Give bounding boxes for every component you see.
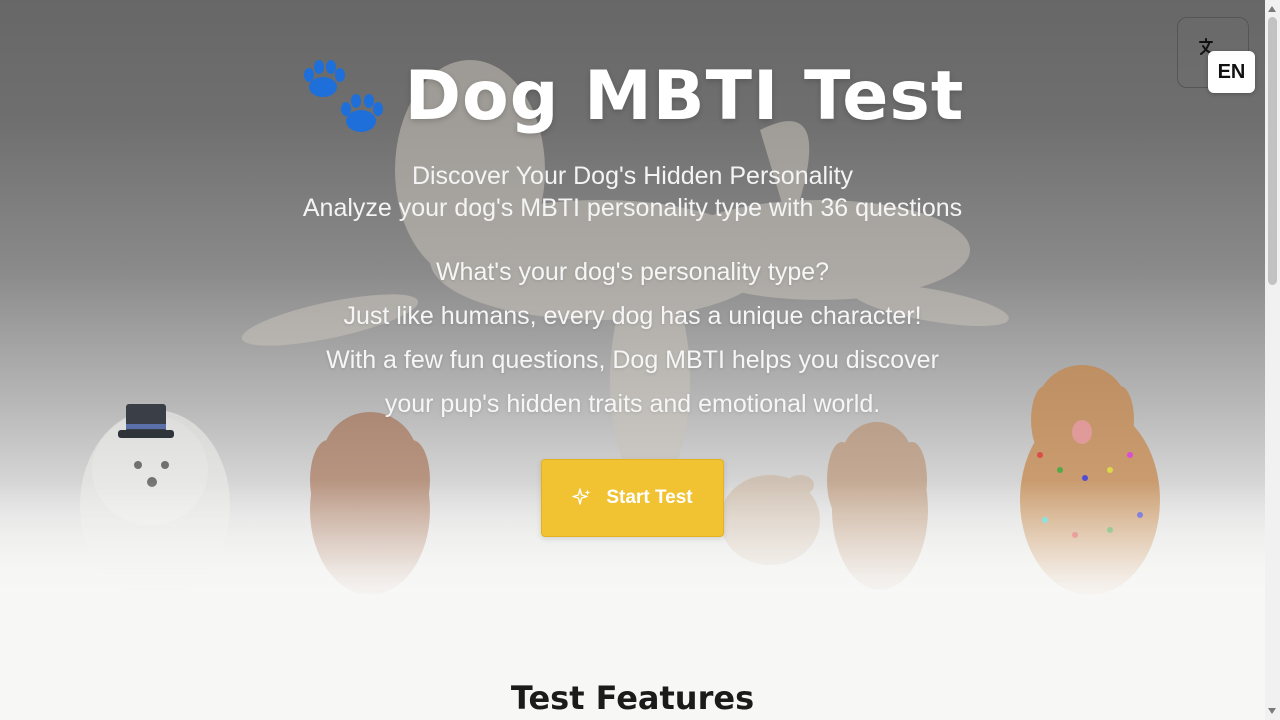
language-switcher[interactable]: EN: [1177, 17, 1255, 93]
intro-line: your pup's hidden traits and emotional w…: [384, 390, 881, 418]
intro-line: What's your dog's personality type?: [435, 258, 830, 286]
scroll-up-arrow-icon[interactable]: [1268, 6, 1276, 12]
paw-print-icon: [303, 60, 383, 132]
language-code-badge: EN: [1208, 51, 1255, 93]
intro-text: What's your dog's personality type? Just…: [0, 250, 1265, 426]
hero-section: Dog MBTI Test Discover Your Dog's Hidden…: [0, 0, 1265, 600]
subtitle-line-1: Discover Your Dog's Hidden Personality: [411, 162, 854, 190]
vertical-scrollbar[interactable]: [1265, 0, 1280, 720]
scroll-down-arrow-icon[interactable]: [1268, 708, 1276, 714]
page-title: Dog MBTI Test: [404, 57, 965, 136]
subtitle-line-2: Analyze your dog's MBTI personality type…: [302, 194, 963, 222]
start-test-label: Start Test: [606, 487, 693, 508]
scrollbar-thumb[interactable]: [1268, 17, 1277, 285]
features-section-title: Test Features: [510, 679, 755, 717]
start-test-button[interactable]: Start Test: [541, 459, 724, 537]
page: Dog MBTI Test Discover Your Dog's Hidden…: [0, 0, 1265, 720]
intro-line: With a few fun questions, Dog MBTI helps…: [326, 346, 939, 374]
intro-line: Just like humans, every dog has a unique…: [343, 302, 922, 330]
sparkle-icon: [572, 488, 591, 505]
title-row: Dog MBTI Test: [0, 52, 1265, 142]
